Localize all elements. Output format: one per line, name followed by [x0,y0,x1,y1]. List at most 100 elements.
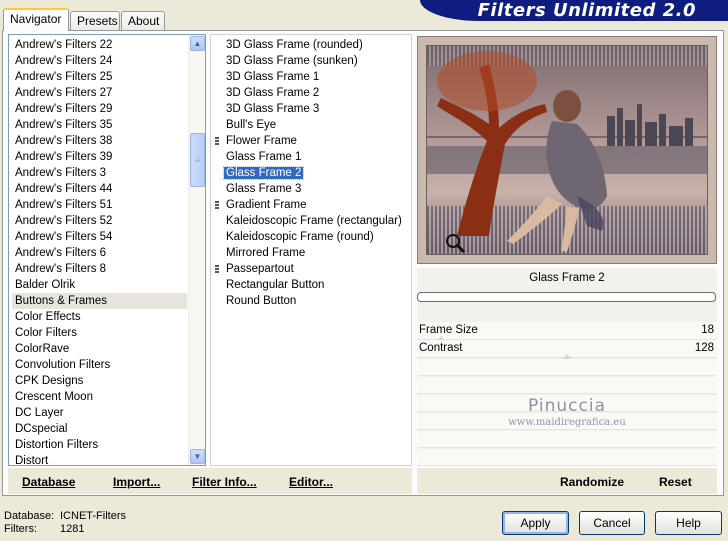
filter-item[interactable]: Bull's Eye [215,117,404,133]
preview-image[interactable] [426,45,708,255]
category-item[interactable]: Color Filters [12,325,187,341]
filter-item-label: 3D Glass Frame 1 [226,71,320,83]
list-toolbar: Database Import... Filter Info... Editor… [8,468,412,494]
filter-item[interactable]: 3D Glass Frame 1 [215,69,404,85]
category-scrollbar[interactable]: ▲ ≡ ▼ [188,35,205,465]
category-item[interactable]: Balder Olrik [12,277,187,293]
group-marker-icon [215,201,219,210]
filter-item[interactable]: Glass Frame 3 [215,181,404,197]
category-item[interactable]: Andrew's Filters 22 [12,37,187,53]
banner-title: Filters Unlimited 2.0 [477,0,696,21]
filter-info-button[interactable]: Filter Info... [192,475,257,489]
category-item[interactable]: Andrew's Filters 52 [12,213,187,229]
filter-item-label: Round Button [226,295,297,307]
tab-presets[interactable]: Presets [70,11,120,30]
category-item[interactable]: Andrew's Filters 8 [12,261,187,277]
filter-item-label: Kaleidoscopic Frame (round) [226,231,374,243]
param-value: 18 [701,324,714,336]
help-button[interactable]: Help [655,511,722,535]
cancel-button[interactable]: Cancel [579,511,645,535]
param-frame-size[interactable]: Frame Size 18 [417,322,717,341]
database-button[interactable]: Database [22,475,75,489]
filter-item-label: Bull's Eye [226,119,277,131]
filter-item[interactable]: Kaleidoscopic Frame (round) [215,229,404,245]
category-item[interactable]: Andrew's Filters 3 [12,165,187,181]
editor-button[interactable]: Editor... [289,475,333,489]
filter-item[interactable]: Mirrored Frame [215,245,404,261]
category-item[interactable]: Andrew's Filters 51 [12,197,187,213]
scroll-up-icon[interactable]: ▲ [190,36,205,51]
filter-item[interactable]: Rectangular Button [215,277,404,293]
category-item[interactable]: Buttons & Frames [12,293,187,309]
filter-list[interactable]: 3D Glass Frame (rounded) 3D Glass Frame (… [210,34,412,466]
param-slot-empty [417,377,717,394]
filter-item[interactable]: Round Button [215,293,404,309]
filter-item[interactable]: Glass Frame 2 [215,165,404,181]
filter-item[interactable]: Gradient Frame [215,197,404,213]
category-item[interactable]: Andrew's Filters 27 [12,85,187,101]
filter-item[interactable]: Glass Frame 1 [215,149,404,165]
preview-frame [417,36,717,264]
category-item[interactable]: Andrew's Filters 39 [12,149,187,165]
filter-item[interactable]: Passepartout [215,261,404,277]
param-label: Frame Size [419,324,478,336]
import-button[interactable]: Import... [113,475,160,489]
filters-count-value: 1281 [60,523,85,535]
category-item[interactable]: DC Layer [12,405,187,421]
category-item[interactable]: Andrew's Filters 25 [12,69,187,85]
filters-count-label: Filters: [4,523,37,535]
category-item[interactable]: Andrew's Filters 24 [12,53,187,69]
param-label: Contrast [419,342,463,354]
filter-item-label: 3D Glass Frame (rounded) [226,39,363,51]
category-item[interactable]: Convolution Filters [12,357,187,373]
param-slot-empty [417,359,717,376]
filter-item-label: Rectangular Button [226,279,325,291]
param-contrast[interactable]: Contrast 128 [417,340,717,359]
current-filter-name: Glass Frame 2 [529,272,605,284]
category-item[interactable]: Distort [12,453,187,465]
filter-item[interactable]: 3D Glass Frame 2 [215,85,404,101]
tab-about[interactable]: About [121,11,165,30]
scroll-down-icon[interactable]: ▼ [190,449,205,464]
filter-item[interactable]: Flower Frame [215,133,404,149]
filter-item-label: Mirrored Frame [226,247,306,259]
param-slot-empty [417,431,717,448]
filter-item-label: Flower Frame [226,135,297,147]
category-item[interactable]: Andrew's Filters 38 [12,133,187,149]
apply-button[interactable]: Apply [502,511,569,535]
category-item[interactable]: Andrew's Filters 44 [12,181,187,197]
category-item[interactable]: ColorRave [12,341,187,357]
filter-item-label: Glass Frame 2 [222,166,305,180]
reset-button[interactable]: Reset [659,475,692,489]
category-item[interactable]: Distortion Filters [12,437,187,453]
randomize-button[interactable]: Randomize [560,475,624,489]
group-marker-icon [215,137,219,146]
filter-item-label: 3D Glass Frame (sunken) [226,55,358,67]
category-item[interactable]: Color Effects [12,309,187,325]
scroll-thumb[interactable]: ≡ [190,133,205,187]
category-item[interactable]: DCspecial [12,421,187,437]
filter-item[interactable]: 3D Glass Frame 3 [215,101,404,117]
database-value: ICNET-Filters [60,510,126,522]
category-item[interactable]: Crescent Moon [12,389,187,405]
category-item[interactable]: Andrew's Filters 6 [12,245,187,261]
category-item[interactable]: Andrew's Filters 29 [12,101,187,117]
filter-item-label: 3D Glass Frame 2 [226,87,320,99]
category-item[interactable]: Andrew's Filters 35 [12,117,187,133]
watermark-url: www.maidiregrafica.eu [508,417,626,428]
group-marker-icon [215,265,219,274]
filter-item-label: 3D Glass Frame 3 [226,103,320,115]
title-banner: Filters Unlimited 2.0 [420,0,728,21]
category-item[interactable]: Andrew's Filters 54 [12,229,187,245]
filter-item[interactable]: 3D Glass Frame (sunken) [215,53,404,69]
category-items: Andrew's Filters 22 Andrew's Filters 24 An… [12,37,187,465]
progress-bar [417,292,716,302]
filter-item-label: Glass Frame 1 [226,151,302,163]
category-list[interactable]: Andrew's Filters 22 Andrew's Filters 24 An… [8,34,206,466]
filter-item[interactable]: Kaleidoscopic Frame (rectangular) [215,213,404,229]
tab-navigator[interactable]: Navigator [3,8,69,31]
category-item[interactable]: CPK Designs [12,373,187,389]
watermark-name: Pinuccia [528,396,606,416]
preview-artwork [427,46,707,254]
filter-item[interactable]: 3D Glass Frame (rounded) [215,37,404,53]
